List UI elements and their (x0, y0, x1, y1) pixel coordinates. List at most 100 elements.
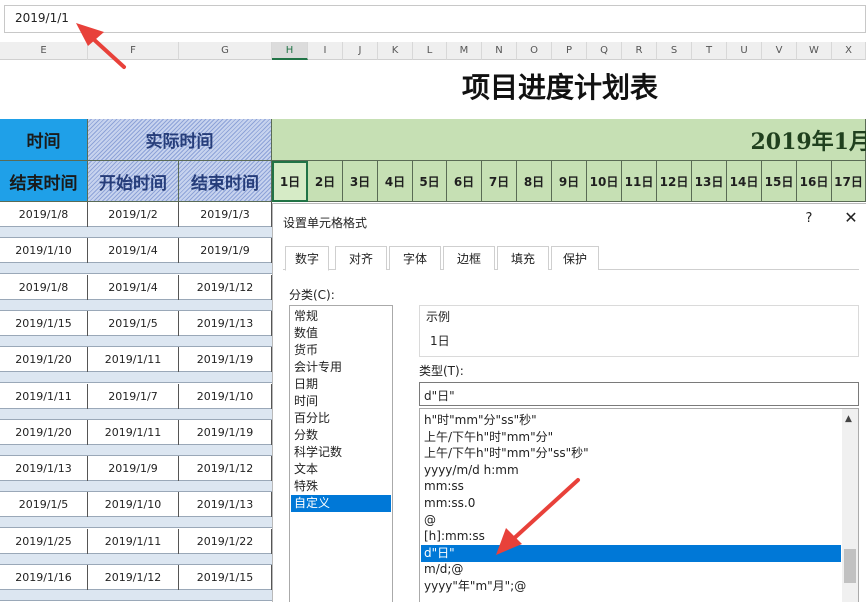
table-cell[interactable]: 2019/1/20 (0, 419, 88, 445)
column-header[interactable]: T (692, 42, 727, 60)
column-header[interactable]: V (762, 42, 797, 60)
planned-time-header[interactable]: 时间 (0, 119, 88, 161)
category-list[interactable]: 常规 数值 货币 会计专用 日期 时间 百分比 分数 科学记数 文本 特殊 自定义 (289, 305, 393, 602)
day-header-cell[interactable]: 5日 (413, 161, 447, 202)
table-cell[interactable]: 2019/1/11 (88, 347, 179, 373)
column-header[interactable]: X (832, 42, 866, 60)
tab-alignment[interactable]: 对齐 (335, 246, 387, 270)
column-header[interactable]: E (0, 42, 88, 60)
month-header[interactable]: 2019年1月 (272, 119, 866, 161)
table-cell[interactable]: 2019/1/16 (0, 565, 88, 590)
day-header-cell[interactable]: 14日 (727, 161, 762, 202)
format-item[interactable]: d"日" (421, 544, 841, 562)
column-header[interactable]: K (378, 42, 413, 60)
day-header-cell[interactable]: 12日 (657, 161, 692, 202)
category-item[interactable]: 科学记数 (291, 444, 391, 461)
category-item[interactable]: 特殊 (291, 478, 391, 495)
column-header[interactable]: J (343, 42, 378, 60)
day-header-cell[interactable]: 13日 (692, 161, 727, 202)
day-header-cell[interactable]: 7日 (482, 161, 517, 202)
column-header[interactable]: M (447, 42, 482, 60)
table-cell[interactable]: 2019/1/8 (0, 202, 88, 227)
category-item[interactable]: 日期 (291, 376, 391, 393)
format-item[interactable]: mm:ss (421, 478, 841, 495)
day-header-cell[interactable]: 4日 (378, 161, 413, 202)
column-header[interactable]: S (657, 42, 692, 60)
table-cell[interactable]: 2019/1/9 (88, 456, 179, 482)
table-cell[interactable]: 2019/1/4 (88, 238, 179, 264)
category-item[interactable]: 自定义 (291, 495, 391, 512)
table-cell[interactable]: 2019/1/2 (88, 202, 179, 227)
column-header[interactable]: H (272, 42, 308, 60)
format-item[interactable]: yyyy"年"m"月";@ (421, 578, 841, 595)
column-header[interactable]: W (797, 42, 832, 60)
day-header-cell[interactable]: 17日 (832, 161, 866, 202)
table-cell[interactable]: 2019/1/9 (179, 238, 272, 264)
format-item[interactable]: h"时"mm"分"ss"秒" (421, 412, 841, 429)
format-item[interactable]: [h]:mm:ss (421, 528, 841, 545)
category-item[interactable]: 分数 (291, 427, 391, 444)
format-item[interactable]: mm:ss.0 (421, 495, 841, 512)
table-cell[interactable]: 2019/1/11 (0, 383, 88, 409)
table-cell[interactable]: 2019/1/13 (0, 456, 88, 482)
table-cell[interactable]: 2019/1/22 (179, 528, 272, 554)
help-icon[interactable]: ? (801, 211, 817, 226)
day-header-cell[interactable]: 1日 (272, 161, 308, 202)
table-cell[interactable]: 2019/1/10 (0, 238, 88, 264)
format-list-scrollbar[interactable]: ▲ (842, 409, 858, 602)
category-item[interactable]: 会计专用 (291, 359, 391, 376)
table-cell[interactable]: 2019/1/19 (179, 347, 272, 373)
table-cell[interactable]: 2019/1/5 (0, 492, 88, 518)
scrollbar-thumb[interactable] (844, 549, 856, 583)
table-cell[interactable]: 2019/1/13 (179, 310, 272, 336)
table-cell[interactable]: 2019/1/7 (88, 383, 179, 409)
category-item[interactable]: 百分比 (291, 410, 391, 427)
table-cell[interactable]: 2019/1/11 (88, 419, 179, 445)
table-cell[interactable]: 2019/1/12 (179, 274, 272, 300)
col-actual-start[interactable]: 开始时间 (88, 161, 179, 202)
actual-time-header[interactable]: 实际时间 (88, 119, 272, 161)
table-cell[interactable]: 2019/1/3 (179, 202, 272, 227)
day-header-cell[interactable]: 16日 (797, 161, 832, 202)
table-cell[interactable]: 2019/1/4 (88, 274, 179, 300)
tab-border[interactable]: 边框 (443, 246, 495, 270)
column-header[interactable]: I (308, 42, 343, 60)
day-header-cell[interactable]: 15日 (762, 161, 797, 202)
col-end-time[interactable]: 结束时间 (0, 161, 88, 202)
table-cell[interactable]: 2019/1/11 (88, 528, 179, 554)
tab-number[interactable]: 数字 (285, 246, 329, 271)
format-item[interactable]: yyyy/m/d h:mm (421, 462, 841, 479)
day-header-cell[interactable]: 6日 (447, 161, 482, 202)
column-header[interactable]: N (482, 42, 517, 60)
scroll-up-icon[interactable]: ▲ (845, 414, 852, 424)
type-input[interactable]: d"日" (419, 382, 859, 406)
format-item[interactable]: 上午/下午h"时"mm"分" (421, 429, 841, 446)
day-header-cell[interactable]: 11日 (622, 161, 657, 202)
table-cell[interactable]: 2019/1/10 (88, 492, 179, 518)
tab-font[interactable]: 字体 (389, 246, 441, 270)
table-cell[interactable]: 2019/1/19 (179, 419, 272, 445)
category-item[interactable]: 文本 (291, 461, 391, 478)
col-actual-end[interactable]: 结束时间 (179, 161, 272, 202)
table-cell[interactable]: 2019/1/13 (179, 492, 272, 518)
format-item[interactable]: 上午/下午h"时"mm"分"ss"秒" (421, 445, 841, 462)
table-cell[interactable]: 2019/1/10 (179, 383, 272, 409)
table-cell[interactable]: 2019/1/5 (88, 310, 179, 336)
category-item[interactable]: 数值 (291, 325, 391, 342)
table-cell[interactable]: 2019/1/12 (179, 456, 272, 482)
day-header-cell[interactable]: 3日 (343, 161, 378, 202)
day-header-cell[interactable]: 10日 (587, 161, 622, 202)
format-item[interactable]: @ (421, 512, 841, 529)
category-item[interactable]: 时间 (291, 393, 391, 410)
day-header-cell[interactable]: 8日 (517, 161, 552, 202)
table-cell[interactable]: 2019/1/15 (0, 310, 88, 336)
column-header[interactable]: O (517, 42, 552, 60)
column-header[interactable]: G (179, 42, 272, 60)
column-header[interactable]: L (413, 42, 447, 60)
table-cell[interactable]: 2019/1/8 (0, 274, 88, 300)
column-header[interactable]: U (727, 42, 762, 60)
column-header[interactable]: P (552, 42, 587, 60)
table-cell[interactable]: 2019/1/15 (179, 565, 272, 590)
table-cell[interactable]: 2019/1/12 (88, 565, 179, 590)
formula-bar[interactable]: 2019/1/1 (4, 5, 866, 33)
